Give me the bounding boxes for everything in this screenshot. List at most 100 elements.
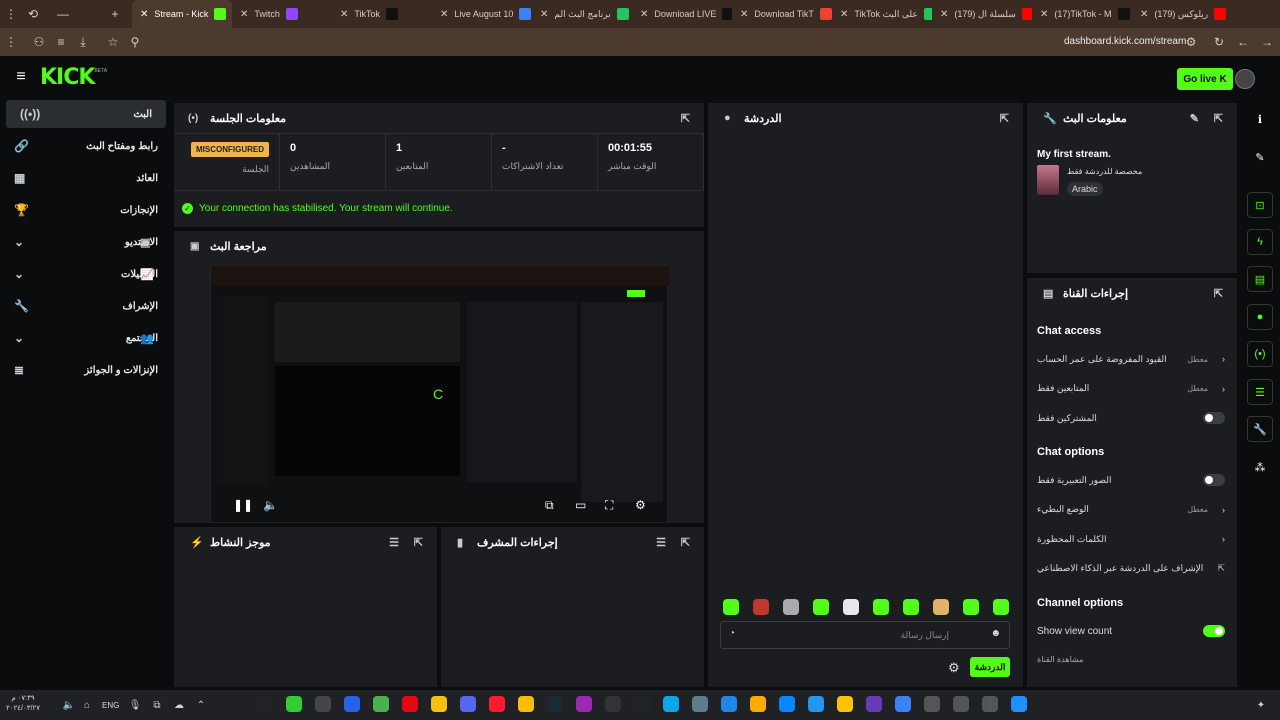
- emote-icon[interactable]: [843, 599, 859, 615]
- channel-action-row[interactable]: القيود المفروضة على عمر الحساب معطل ›: [1037, 345, 1225, 373]
- emote-icon[interactable]: [903, 599, 919, 615]
- chrome-icon[interactable]: [517, 696, 534, 712]
- channel-action-row[interactable]: الكلمات المحظورة ›: [1037, 525, 1225, 553]
- app-icon[interactable]: [633, 696, 650, 712]
- network-icon[interactable]: ⌂: [76, 694, 98, 716]
- sidebar-item[interactable]: 🏆 الإنجازات: [0, 194, 172, 226]
- lightning-icon[interactable]: ϟ: [1247, 229, 1273, 255]
- site-info-icon[interactable]: ⚲: [124, 31, 146, 53]
- target-icon[interactable]: ⊡: [1247, 192, 1273, 218]
- settings-icon[interactable]: ⚙: [635, 498, 646, 512]
- share-icon[interactable]: ⧉: [146, 694, 168, 716]
- nodes-icon[interactable]: ⁂: [1247, 454, 1273, 480]
- browser-tab[interactable]: ✕ Live August 10: [432, 0, 532, 28]
- sidebar-item[interactable]: ⌄ 👥 المجتمع: [0, 322, 172, 354]
- app-icon[interactable]: [662, 696, 679, 712]
- app-icon[interactable]: [314, 696, 331, 712]
- emote-icon[interactable]: [963, 599, 979, 615]
- app-icon[interactable]: [343, 696, 360, 712]
- forward-icon[interactable]: →: [1256, 31, 1278, 53]
- sidebar-item[interactable]: ((•)) البث: [6, 100, 166, 128]
- broadcast-icon[interactable]: (•): [1247, 341, 1273, 367]
- sidebar-item[interactable]: ≣ الإنزالات و الجوائز: [0, 354, 172, 386]
- browser-tab[interactable]: ✕ Stream - Kick: [132, 0, 232, 28]
- minecraft-icon[interactable]: [372, 696, 389, 712]
- emote-icon[interactable]: [783, 599, 799, 615]
- channel-action-row[interactable]: الصور التعبيرية فقط: [1037, 466, 1225, 494]
- sidebar-item[interactable]: ⌄ ▣ الاستديو: [0, 226, 172, 258]
- settings-icon[interactable]: [691, 696, 708, 712]
- channel-action-row[interactable]: المشتركين فقط: [1037, 404, 1225, 432]
- emote-icon[interactable]: [753, 599, 769, 615]
- timer-icon[interactable]: ◔: [729, 628, 735, 639]
- browser-tab[interactable]: ✕ Download LIVE: [632, 0, 732, 28]
- channel-action-row[interactable]: الوضع البطيء معطل ›: [1037, 496, 1225, 524]
- close-tab-icon[interactable]: ✕: [740, 9, 748, 20]
- app-icon[interactable]: [923, 696, 940, 712]
- menu-dots-icon[interactable]: ⋮: [0, 31, 22, 53]
- popout-icon[interactable]: ⇱: [681, 536, 690, 549]
- chat-send-button[interactable]: الدردشة: [970, 657, 1010, 677]
- close-tab-icon[interactable]: ✕: [1140, 9, 1148, 20]
- browser-tab[interactable]: ✕ (179) ريلوكس: [1132, 0, 1232, 28]
- folder-icon[interactable]: [836, 696, 853, 712]
- pause-icon[interactable]: ❚❚: [233, 498, 253, 512]
- channel-action-row[interactable]: الإشراف على الدردشة عبر الذكاء الاصطناعي…: [1037, 555, 1225, 583]
- popout-icon[interactable]: ⇱: [1214, 112, 1223, 125]
- cloud-icon[interactable]: ☁: [168, 694, 190, 716]
- system-tray-icon[interactable]: ✦: [1250, 694, 1272, 716]
- video-player[interactable]: C ❚❚ 🔈 ⧉ ▭ ⛶ ⚙: [210, 265, 669, 523]
- pencil-icon[interactable]: ✎: [1247, 144, 1273, 170]
- browser-tab[interactable]: ✕ Twitch: [232, 0, 332, 28]
- language-indicator[interactable]: ENG: [102, 701, 119, 710]
- mic-icon[interactable]: 🎙: [124, 694, 146, 716]
- sidebar-item[interactable]: ⌄ 📈 التحليلات: [0, 258, 172, 290]
- emote-icon[interactable]: [723, 599, 739, 615]
- close-tab-icon[interactable]: ✕: [140, 9, 148, 20]
- avatar[interactable]: [1235, 69, 1255, 89]
- app-icon[interactable]: [575, 696, 592, 712]
- emote-icon[interactable]: [873, 599, 889, 615]
- option-toggle[interactable]: [1203, 412, 1225, 424]
- close-tab-icon[interactable]: ✕: [840, 9, 848, 20]
- wrench-icon[interactable]: 🔧: [1247, 416, 1273, 442]
- volume-icon[interactable]: 🔈: [263, 498, 278, 512]
- chat-input[interactable]: إرسال رسالة ☻ ◔: [720, 621, 1010, 649]
- show-view-count-toggle[interactable]: [1203, 625, 1225, 637]
- popout-icon[interactable]: ⇱: [414, 536, 423, 549]
- option-toggle[interactable]: [1203, 474, 1225, 486]
- layout-icon[interactable]: ☰: [1247, 379, 1273, 405]
- close-tab-icon[interactable]: ✕: [540, 9, 548, 20]
- app-icon[interactable]: [952, 696, 969, 712]
- bookmark-icon[interactable]: ☆: [102, 31, 124, 53]
- browser-tab[interactable]: ✕ برنامج البث الم: [532, 0, 632, 28]
- edit-icon[interactable]: ✎: [1190, 112, 1199, 125]
- emote-icon[interactable]: [933, 599, 949, 615]
- app-icon[interactable]: [807, 696, 824, 712]
- reload-icon[interactable]: ↻: [1208, 31, 1230, 53]
- browser-tab[interactable]: ✕ TikTok: [332, 0, 432, 28]
- channel-action-row[interactable]: المتابعين فقط معطل ›: [1037, 375, 1225, 403]
- sidebar-item[interactable]: 🔗 رابط ومفتاح البث: [0, 130, 172, 162]
- new-tab-icon[interactable]: +: [104, 3, 126, 25]
- kick-logo[interactable]: KICK: [40, 65, 95, 90]
- app-icon[interactable]: [981, 696, 998, 712]
- close-tab-icon[interactable]: ✕: [1040, 9, 1048, 20]
- emote-icon[interactable]: [813, 599, 829, 615]
- chevron-up-icon[interactable]: ⌃: [190, 694, 212, 716]
- discord-icon[interactable]: [459, 696, 476, 712]
- document-icon[interactable]: ▤: [1247, 266, 1273, 292]
- edge-icon[interactable]: [778, 696, 795, 712]
- browser-tab[interactable]: ✕ (17)TikTok - M: [1032, 0, 1132, 28]
- chat-icon[interactable]: ●: [1247, 304, 1273, 330]
- app-icon[interactable]: [865, 696, 882, 712]
- emote-icon[interactable]: [993, 599, 1009, 615]
- app-icon[interactable]: [256, 696, 273, 712]
- popout-icon[interactable]: ⇱: [1214, 287, 1223, 300]
- filter-icon[interactable]: ☰: [656, 536, 666, 549]
- url-field[interactable]: dashboard.kick.com/stream: [1064, 36, 1186, 47]
- terminal-icon[interactable]: [285, 696, 302, 712]
- theater-icon[interactable]: ▭: [575, 498, 586, 512]
- chrome-icon[interactable]: [749, 696, 766, 712]
- obs-icon[interactable]: [604, 696, 621, 712]
